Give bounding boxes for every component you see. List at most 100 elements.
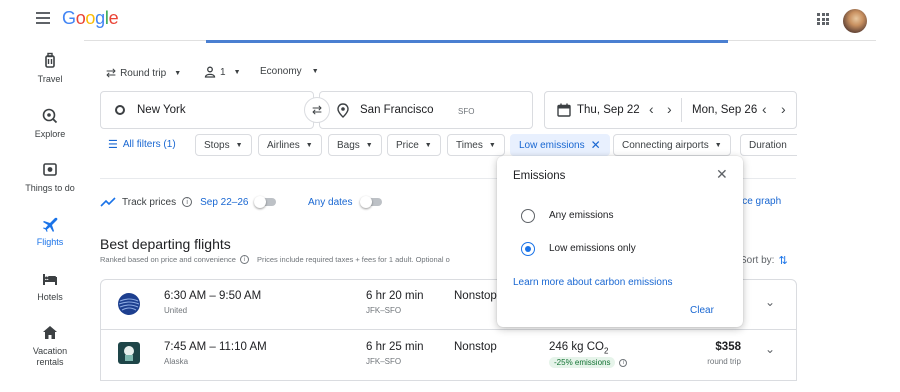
bags-filter-chip[interactable]: Bags ▼ xyxy=(328,134,382,156)
flight-duration-block: 6 hr 25 min JFK–SFO xyxy=(366,341,424,366)
sort-by-button[interactable]: Sort by: ⇅ xyxy=(740,254,788,267)
apps-grid-icon[interactable] xyxy=(817,13,829,25)
explore-icon xyxy=(42,108,58,124)
trip-type-label: Round trip xyxy=(120,67,167,79)
expand-chevron-icon[interactable]: ⌄ xyxy=(765,295,775,309)
emissions-block: 246 kg CO2 -25% emissions i xyxy=(549,341,628,369)
caret-down-icon: ▼ xyxy=(714,141,722,149)
track-prices-toggle[interactable] xyxy=(254,196,277,208)
option-label: Low emissions only xyxy=(549,243,636,254)
flight-time: 6:30 AM – 9:50 AM xyxy=(164,290,262,302)
origin-field[interactable]: New York xyxy=(100,91,314,129)
all-filters-button[interactable]: ☰ All filters (1) xyxy=(108,138,176,151)
caret-down-icon: ▼ xyxy=(488,141,496,149)
origin-value: New York xyxy=(137,104,186,116)
destination-value: San Francisco xyxy=(360,104,434,116)
airline-name: United xyxy=(164,306,188,315)
price-filter-chip[interactable]: Price ▼ xyxy=(387,134,441,156)
chip-label: Duration xyxy=(749,139,787,151)
sidebar-item-explore[interactable]: Explore xyxy=(0,107,100,139)
sidebar-item-hotels[interactable]: Hotels xyxy=(0,270,100,302)
flight-card[interactable]: 7:45 AM – 11:10 AM Alaska 6 hr 25 min JF… xyxy=(100,329,797,381)
radio-button[interactable] xyxy=(521,209,535,223)
duration-filter-chip[interactable]: Duration xyxy=(740,134,797,156)
location-pin-icon xyxy=(337,103,349,118)
cabin-class-label: Economy xyxy=(260,66,302,77)
sidebar-item-label: Flights xyxy=(36,237,64,247)
depart-date[interactable]: Thu, Sep 22 xyxy=(577,104,640,116)
track-dates: Sep 22–26 xyxy=(200,196,249,208)
sort-label: Sort by: xyxy=(740,255,775,266)
times-filter-chip[interactable]: Times ▼ xyxy=(447,134,505,156)
any-dates-toggle[interactable] xyxy=(360,196,383,208)
date-range-field[interactable]: Thu, Sep 22 ‹ › Mon, Sep 26 ‹ › xyxy=(544,91,797,129)
flight-info: 6:30 AM – 9:50 AM United xyxy=(164,290,261,315)
caret-down-icon: ▼ xyxy=(174,69,182,77)
return-date[interactable]: Mon, Sep 26 xyxy=(692,104,757,116)
caret-down-icon: ▼ xyxy=(424,141,432,149)
chip-label: Times xyxy=(456,139,483,151)
loading-progress-bar xyxy=(206,40,728,43)
emissions-popup: Emissions ✕ Any emissions Low emissions … xyxy=(497,156,743,327)
return-prev-icon[interactable]: ‹ xyxy=(762,101,767,117)
close-icon[interactable]: ✕ xyxy=(591,138,601,152)
info-icon[interactable]: i xyxy=(239,255,249,264)
sidebar-item-label: Explore xyxy=(34,129,66,139)
depart-next-icon[interactable]: › xyxy=(667,101,672,117)
sidebar-item-things-to-do[interactable]: Things to do xyxy=(0,161,100,193)
expand-chevron-icon[interactable]: ⌄ xyxy=(765,342,775,356)
origin-circle-icon xyxy=(115,105,125,115)
clear-button[interactable]: Clear xyxy=(690,305,714,316)
destination-field[interactable]: San Francisco SFO xyxy=(319,91,533,129)
all-filters-label: All filters (1) xyxy=(122,139,176,150)
swap-locations-button[interactable]: ⇄ xyxy=(304,97,330,123)
results-title: Best departing flights xyxy=(100,236,231,252)
option-label: Any emissions xyxy=(549,210,614,221)
passengers-count: 1 xyxy=(220,66,226,78)
caret-down-icon: ▼ xyxy=(311,68,319,75)
google-logo[interactable]: Google xyxy=(62,8,119,29)
info-icon[interactable]: i xyxy=(182,197,193,207)
trip-type-select[interactable]: ⇄ Round trip ▼ xyxy=(106,66,181,80)
passengers-select[interactable]: 1 ▼ xyxy=(204,66,241,78)
price-type: round trip xyxy=(707,357,741,366)
info-icon[interactable]: i xyxy=(619,358,628,367)
flight-route: JFK–SFO xyxy=(366,306,402,315)
airline-name: Alaska xyxy=(164,357,189,366)
sidebar-item-travel[interactable]: Travel xyxy=(0,52,100,84)
radio-button-selected[interactable] xyxy=(521,242,535,256)
results-subtitle-row: Ranked based on price and convenience i … xyxy=(100,255,450,264)
trend-icon xyxy=(100,197,116,207)
low-emissions-filter-chip[interactable]: Low emissions ✕ xyxy=(510,134,610,156)
flight-duration-block: 6 hr 20 min JFK–SFO xyxy=(366,290,424,315)
carbon-emissions-link[interactable]: Learn more about carbon emissions xyxy=(513,277,673,288)
low-emissions-only-option[interactable]: Low emissions only xyxy=(521,241,721,257)
depart-prev-icon[interactable]: ‹ xyxy=(649,101,654,117)
emissions-amount: 246 kg CO xyxy=(549,341,604,353)
any-dates-row: Any dates xyxy=(308,196,383,208)
airlines-filter-chip[interactable]: Airlines ▼ xyxy=(258,134,322,156)
account-avatar[interactable] xyxy=(843,9,867,33)
cabin-class-select[interactable]: Economy ▼ xyxy=(260,66,319,77)
sidebar-item-vacation-rentals[interactable]: Vacation rentals xyxy=(0,324,100,368)
return-next-icon[interactable]: › xyxy=(781,101,786,117)
caret-down-icon: ▼ xyxy=(305,141,313,149)
united-logo xyxy=(118,293,140,315)
caret-down-icon: ▼ xyxy=(233,68,241,76)
price-graph-link[interactable]: ice graph xyxy=(740,196,781,207)
destination-code: SFO xyxy=(458,107,475,116)
flight-icon xyxy=(43,217,58,232)
divider xyxy=(681,98,682,122)
close-icon[interactable]: ✕ xyxy=(716,166,728,183)
connecting-airports-filter-chip[interactable]: Connecting airports ▼ xyxy=(613,134,731,156)
flight-stops: Nonstop xyxy=(454,290,497,302)
stops-filter-chip[interactable]: Stops ▼ xyxy=(195,134,252,156)
main-menu-icon[interactable] xyxy=(36,12,50,24)
luggage-icon xyxy=(45,52,55,68)
sidebar-item-flights[interactable]: Flights xyxy=(0,215,100,247)
any-emissions-option[interactable]: Any emissions xyxy=(521,208,721,224)
chip-label: Airlines xyxy=(267,139,300,151)
calendar-icon xyxy=(557,103,571,117)
results-price-note: Prices include required taxes + fees for… xyxy=(256,255,450,264)
flight-route: JFK–SFO xyxy=(366,357,402,366)
